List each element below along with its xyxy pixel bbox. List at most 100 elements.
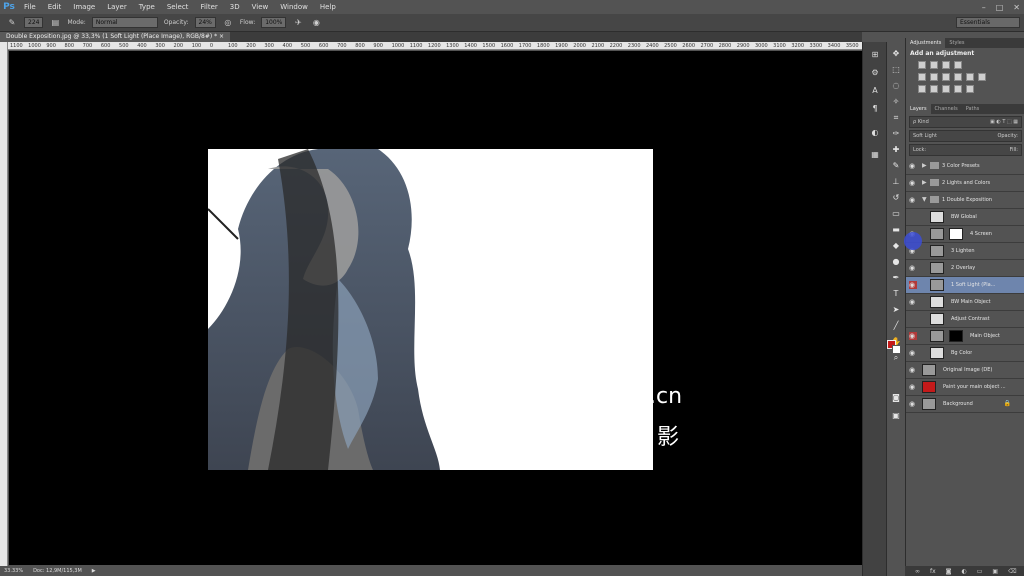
group-icon[interactable]: ▭ [977, 568, 983, 575]
brush-tool-icon[interactable]: ✎ [6, 17, 18, 29]
move-tool-icon[interactable]: ✥ [890, 48, 902, 60]
menu-type[interactable]: Type [133, 0, 161, 14]
invert-icon[interactable] [918, 85, 926, 93]
minimize-button[interactable]: – [982, 3, 986, 12]
tab-layers[interactable]: Layers [906, 104, 931, 114]
tab-channels[interactable]: Channels [931, 104, 962, 114]
visibility-eye-icon[interactable] [909, 213, 917, 221]
layer-row[interactable]: ◉ Original Image (DE) [906, 362, 1024, 379]
link-icon[interactable]: ∞ [915, 568, 920, 575]
visibility-eye-icon[interactable]: ◉ [909, 400, 917, 408]
group-expand-icon[interactable]: ▶ [922, 179, 927, 186]
layer-row[interactable]: ◉ Bg Color [906, 345, 1024, 362]
visibility-eye-icon[interactable]: ◉ [909, 383, 917, 391]
menu-window[interactable]: Window [274, 0, 314, 14]
brush-size-field[interactable]: 224 [24, 17, 44, 28]
document-image[interactable] [208, 149, 653, 470]
menu-help[interactable]: Help [314, 0, 342, 14]
canvas-area[interactable]: 5.cn 影 [9, 51, 862, 565]
eyedropper-tool-icon[interactable]: ✑ [890, 128, 902, 140]
history-brush-icon[interactable]: ↺ [890, 192, 902, 204]
menu-view[interactable]: View [246, 0, 275, 14]
curves-icon[interactable] [942, 61, 950, 69]
group-expand-icon[interactable]: ▼ [922, 196, 927, 203]
crop-tool-icon[interactable]: ⌗ [890, 112, 902, 124]
exposure-icon[interactable] [954, 61, 962, 69]
close-button[interactable]: ✕ [1013, 3, 1020, 12]
visibility-eye-icon[interactable]: ◉ [909, 264, 917, 272]
levels-icon[interactable] [930, 61, 938, 69]
tab-styles[interactable]: Styles [945, 38, 968, 48]
horizontal-ruler[interactable]: 1100 1000 900 800 700 600 500 400 300 200 100 0 100 2… [8, 42, 862, 50]
gradient-map-icon[interactable] [954, 85, 962, 93]
color-balance-icon[interactable] [942, 73, 950, 81]
layer-row[interactable]: ◉ Background 🔒 [906, 396, 1024, 413]
layer-row[interactable]: Adjust Contrast [906, 311, 1024, 328]
menu-file[interactable]: File [18, 0, 42, 14]
menu-3d[interactable]: 3D [224, 0, 246, 14]
vertical-ruler[interactable] [0, 42, 8, 566]
visibility-eye-icon[interactable]: ◉ [909, 349, 917, 357]
paragraph-icon[interactable]: ¶ [869, 104, 881, 114]
group-expand-icon[interactable]: ▶ [922, 162, 927, 169]
threshold-icon[interactable] [942, 85, 950, 93]
layer-row[interactable]: ◉ Main Object [906, 328, 1024, 345]
visibility-eye-icon[interactable]: ◉ [909, 162, 917, 170]
tab-adjustments[interactable]: Adjustments [906, 38, 946, 48]
fx-icon[interactable]: fx [930, 568, 936, 575]
visibility-eye-icon[interactable]: ◉ [909, 281, 917, 289]
quick-mask-icon[interactable]: ◙ [890, 392, 902, 404]
layer-row[interactable]: ◉ BW Main Object [906, 294, 1024, 311]
new-layer-icon[interactable]: ▣ [992, 568, 998, 575]
brush-panel-icon[interactable]: ▤ [49, 17, 61, 29]
brightness-contrast-icon[interactable] [918, 61, 926, 69]
selective-color-icon[interactable] [966, 85, 974, 93]
history-icon[interactable]: ⊞ [869, 50, 881, 60]
gradient-tool-icon[interactable]: ▬ [890, 224, 902, 236]
character-icon[interactable]: A [869, 86, 881, 96]
timeline-icon[interactable]: ▦ [869, 150, 881, 160]
properties-icon[interactable]: ⚙ [869, 68, 881, 78]
blur-tool-icon[interactable]: ◆ [890, 240, 902, 252]
marquee-tool-icon[interactable]: ⬚ [890, 64, 902, 76]
layer-mask-thumbnail[interactable] [949, 228, 963, 240]
trash-icon[interactable]: ⌫ [1008, 568, 1016, 575]
layer-row[interactable]: ◉4 Screen [906, 226, 1024, 243]
menu-layer[interactable]: Layer [101, 0, 133, 14]
doc-size[interactable]: Doc: 12,9M/115,3M [33, 568, 82, 574]
visibility-eye-icon[interactable]: ◉ [909, 179, 917, 187]
layer-row[interactable]: ◉ 3 Lighten [906, 243, 1024, 260]
background-color-swatch[interactable] [892, 345, 901, 354]
status-menu-arrow-icon[interactable]: ▶ [92, 568, 96, 574]
workspace-select[interactable]: Essentials [956, 17, 1020, 28]
adjustment-layer-icon[interactable]: ◐ [962, 568, 967, 575]
channel-mixer-icon[interactable] [978, 73, 986, 81]
shape-tool-icon[interactable]: ╱ [890, 320, 902, 332]
stamp-tool-icon[interactable]: ⊥ [890, 176, 902, 188]
document-tab[interactable]: Double Exposition.jpg @ 33,3% (1 Soft Li… [0, 32, 231, 42]
layer-mask-thumbnail[interactable] [949, 330, 963, 342]
vibrance-icon[interactable] [918, 73, 926, 81]
photo-filter-icon[interactable] [966, 73, 974, 81]
menu-image[interactable]: Image [67, 0, 101, 14]
visibility-eye-icon[interactable]: ◉ [909, 298, 917, 306]
pressure-size-icon[interactable]: ◉ [310, 17, 322, 29]
layer-row[interactable]: ◉ ▶ 3 Color Presets [906, 158, 1024, 175]
healing-tool-icon[interactable]: ✚ [890, 144, 902, 156]
visibility-eye-icon[interactable]: ◉ [909, 366, 917, 374]
mode-select[interactable]: Normal [91, 17, 158, 28]
layer-filter-kind[interactable]: ρ Kind ▣ ◐ T ⬚ ▦ [909, 116, 1022, 128]
posterize-icon[interactable] [930, 85, 938, 93]
mask-icon[interactable]: ◙ [946, 568, 952, 575]
pressure-opacity-icon[interactable]: ◎ [222, 17, 234, 29]
lasso-tool-icon[interactable]: ◌ [890, 80, 902, 92]
layer-row[interactable]: ◉ 1 Soft Light (Pla... [906, 277, 1024, 294]
airbrush-icon[interactable]: ✈ [292, 17, 304, 29]
dodge-tool-icon[interactable]: ● [890, 256, 902, 268]
menu-filter[interactable]: Filter [194, 0, 223, 14]
blend-mode-select[interactable]: Soft Light [913, 131, 937, 141]
hue-saturation-icon[interactable] [930, 73, 938, 81]
black-white-icon[interactable] [954, 73, 962, 81]
brush-tool-icon-2[interactable]: ✎ [890, 160, 902, 172]
layer-row[interactable]: ◉ 2 Overlay [906, 260, 1024, 277]
